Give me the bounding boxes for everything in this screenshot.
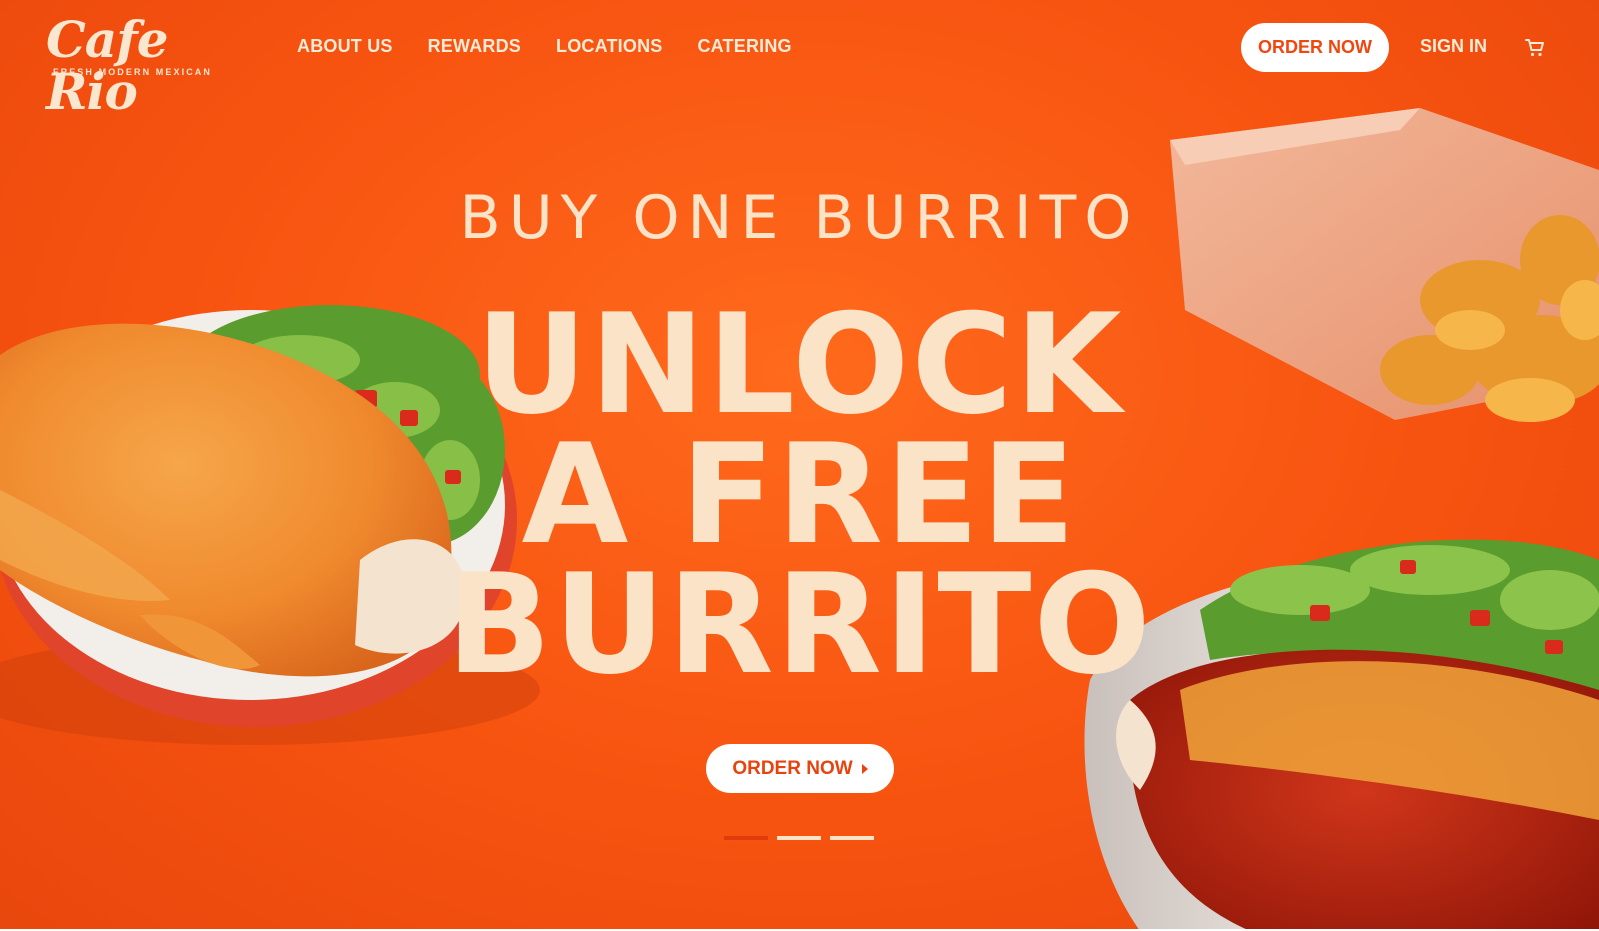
- sign-in-link[interactable]: SIGN IN: [1420, 36, 1487, 57]
- cart-icon[interactable]: [1523, 36, 1547, 60]
- header-order-now-button[interactable]: ORDER NOW: [1241, 23, 1389, 72]
- headline-line-3: BURRITO: [446, 544, 1153, 705]
- headline-line-1: UNLOCK: [475, 284, 1124, 445]
- site-header: Cafe Rio FRESH MODERN MEXICAN ABOUT US R…: [0, 0, 1599, 118]
- carousel-dot-1[interactable]: [724, 836, 768, 840]
- cafe-rio-logo[interactable]: Cafe Rio FRESH MODERN MEXICAN: [46, 14, 236, 118]
- nav-catering[interactable]: CATERING: [697, 36, 791, 57]
- carousel-indicators: [724, 836, 874, 840]
- promo-headline: UNLOCK A FREE BURRITO: [0, 284, 1599, 705]
- hero-order-now-button[interactable]: ORDER NOW: [706, 744, 894, 793]
- carousel-dot-3[interactable]: [830, 836, 874, 840]
- hero-banner: Cafe Rio FRESH MODERN MEXICAN ABOUT US R…: [0, 0, 1599, 931]
- nav-locations[interactable]: LOCATIONS: [556, 36, 662, 57]
- promo-eyebrow: BUY ONE BURRITO: [459, 183, 1140, 253]
- chevron-right-icon: [861, 763, 868, 774]
- carousel-dot-2[interactable]: [777, 836, 821, 840]
- headline-line-2: A FREE: [521, 414, 1078, 575]
- hero-order-now-label: ORDER NOW: [732, 757, 853, 779]
- logo-tagline: FRESH MODERN MEXICAN: [53, 67, 213, 77]
- nav-rewards[interactable]: REWARDS: [428, 36, 521, 57]
- main-nav: ABOUT US REWARDS LOCATIONS CATERING: [297, 36, 827, 57]
- nav-about-us[interactable]: ABOUT US: [297, 36, 393, 57]
- logo-wordmark: Cafe Rio: [46, 10, 169, 121]
